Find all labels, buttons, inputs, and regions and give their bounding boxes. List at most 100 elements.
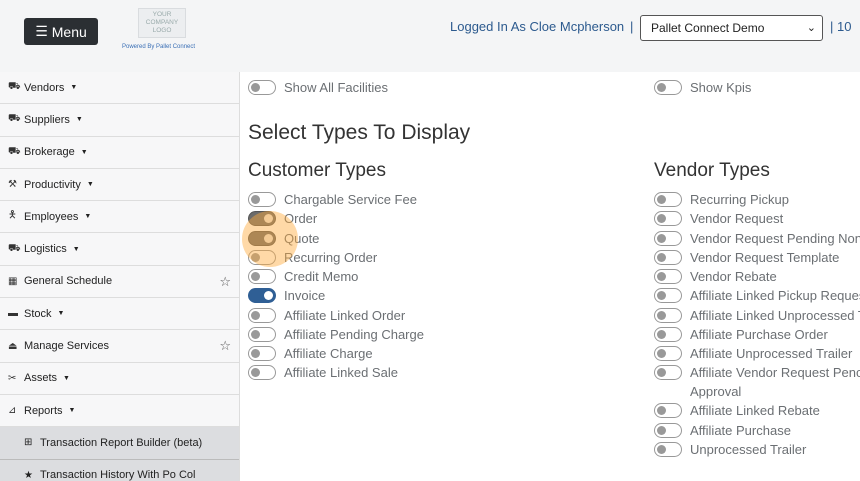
toggle-affiliate-charge[interactable]: Affiliate Charge [248,344,373,363]
section-title: Select Types To Display [248,121,471,144]
toggle-switch[interactable] [654,346,682,361]
sidebar-subitem-transaction-history[interactable]: ★ Transaction History With Po Col [0,459,239,481]
top-header: ☰ Menu YOUR COMPANY LOGO Powered By Pall… [0,0,860,72]
toggle-label: Order [284,211,318,226]
caret-down-icon: ▼ [75,116,83,124]
toggle-switch[interactable] [654,250,682,265]
toggle-switch[interactable] [654,403,682,418]
toggle-label: Affiliate Linked Pickup Reques [690,288,860,303]
toggle-recurring-order[interactable]: Recurring Order [248,248,377,267]
toggle-switch[interactable] [248,308,276,323]
logged-in-user[interactable]: Logged In As Cloe Mcpherson [450,19,624,34]
sidebar-item-brokerage[interactable]: ⛟ Brokerage ▼ [0,137,239,169]
toggle-switch[interactable] [248,327,276,342]
toggle-order[interactable]: Order [248,209,317,228]
toggle-affiliate-purchase-order[interactable]: Affiliate Purchase Order [654,325,828,344]
pallet-icon: ▬ [8,308,18,320]
star-outline-icon[interactable]: ☆ [219,338,231,354]
toggle-label-continuation: Approval [690,382,741,401]
toggle-label: Vendor Request Template [690,250,840,265]
toggle-switch[interactable] [248,231,276,246]
sidebar-subitem-transaction-report-builder[interactable]: ⊞ Transaction Report Builder (beta) [0,427,239,460]
toggle-switch[interactable] [654,269,682,284]
toggle-switch[interactable] [248,192,276,207]
sidebar-item-label: Employees [24,210,79,223]
toggle-switch[interactable] [654,308,682,323]
toggle-recurring-pickup[interactable]: Recurring Pickup [654,190,789,209]
toggle-chargable-service-fee[interactable]: Chargable Service Fee [248,190,417,209]
sidebar-item-reports[interactable]: ⊿ Reports ▼ [0,395,239,428]
toggle-switch[interactable] [248,288,276,303]
toggle-switch[interactable] [654,288,682,303]
toggle-affiliate-linked-order[interactable]: Affiliate Linked Order [248,306,405,325]
toggle-switch[interactable] [248,269,276,284]
toggle-show-kpis[interactable]: Show Kpis [654,78,751,97]
sidebar: ⛟ Vendors ▼ ⛟ Suppliers ▼ ⛟ Brokerage ▼ ⚒ Produ… [0,72,240,481]
toggle-switch[interactable] [654,442,682,457]
sidebar-item-suppliers[interactable]: ⛟ Suppliers ▼ [0,104,239,137]
sidebar-item-productivity[interactable]: ⚒ Productivity ▼ [0,169,239,202]
vendor-types-title: Vendor Types [654,160,770,181]
menu-button[interactable]: ☰ Menu [24,18,98,45]
toggle-quote[interactable]: Quote [248,229,319,248]
toggle-show-all-facilities[interactable]: Show All Facilities [248,78,388,97]
toggle-switch[interactable] [248,365,276,380]
sidebar-item-logistics[interactable]: ⛟ Logistics ▼ [0,233,239,266]
header-separator: | [630,19,634,34]
toggle-label: Invoice [284,288,326,303]
toggle-credit-memo[interactable]: Credit Memo [248,267,358,286]
toggle-affiliate-linked-sale[interactable]: Affiliate Linked Sale [248,363,398,382]
toggle-invoice[interactable]: Invoice [248,286,325,305]
star-icon: ★ [24,469,33,481]
toggle-label: Affiliate Linked Sale [284,365,398,380]
toggle-affiliate-linked-rebate[interactable]: Affiliate Linked Rebate [654,401,820,420]
toggle-label: Chargable Service Fee [284,192,417,207]
sidebar-item-vendors[interactable]: ⛟ Vendors ▼ [0,72,239,105]
toggle-label: Affiliate Purchase [690,423,791,438]
toggle-label: Show Kpis [690,80,752,95]
toggle-label: Affiliate Vendor Request Penc [690,365,860,380]
sidebar-item-label: Assets [24,372,58,385]
toggle-switch[interactable] [248,250,276,265]
toggle-switch[interactable] [654,327,682,342]
sidebar-item-label: General Schedule [24,275,113,288]
toggle-affiliate-linked-pickup-request[interactable]: Affiliate Linked Pickup Reques [654,286,860,305]
toggle-label: Recurring Pickup [690,192,789,207]
menu-label: Menu [51,23,87,40]
sidebar-item-employees[interactable]: 🯅 Employees ▼ [0,201,239,234]
toggle-switch[interactable] [654,365,682,380]
sidebar-item-stock[interactable]: ▬ Stock ▼ [0,298,239,331]
toggle-affiliate-unprocessed-trailer[interactable]: Affiliate Unprocessed Trailer [654,344,852,363]
caret-down-icon: ▼ [72,245,80,253]
sidebar-item-general-schedule[interactable]: ▦ General Schedule ☆ [0,266,239,299]
toggle-switch[interactable] [654,423,682,438]
toggle-affiliate-linked-unprocessed[interactable]: Affiliate Linked Unprocessed T [654,306,860,325]
toggle-switch[interactable] [654,211,682,226]
toggle-switch[interactable] [248,346,276,361]
toggle-affiliate-vendor-request-pending[interactable]: Affiliate Vendor Request Penc [654,363,860,382]
toggle-switch[interactable] [654,80,682,95]
toggle-switch[interactable] [248,80,276,95]
toggle-vendor-request-template[interactable]: Vendor Request Template [654,248,839,267]
sidebar-item-assets[interactable]: ✂ Assets ▼ [0,363,239,395]
toggle-vendor-rebate[interactable]: Vendor Rebate [654,267,777,286]
star-outline-icon[interactable]: ☆ [219,274,231,290]
toggle-switch[interactable] [654,192,682,207]
toggle-switch[interactable] [248,211,276,226]
toggle-label: Affiliate Purchase Order [690,327,828,342]
toggle-vendor-request-pending[interactable]: Vendor Request Pending Non [654,229,860,248]
caret-down-icon: ▼ [86,181,94,189]
toggle-vendor-request[interactable]: Vendor Request [654,209,783,228]
toggle-affiliate-purchase[interactable]: Affiliate Purchase [654,421,791,440]
powered-by-text: Powered By Pallet Connect [122,44,196,50]
toggle-switch[interactable] [654,231,682,246]
toggle-unprocessed-trailer[interactable]: Unprocessed Trailer [654,440,806,459]
sidebar-subitem-label: Transaction Report Builder (beta) [40,436,203,449]
organization-select[interactable]: Pallet Connect Demo ⌄ [640,15,823,41]
sidebar-item-label: Productivity [24,178,81,191]
toggle-label: Vendor Request [690,211,784,226]
organization-selected-value: Pallet Connect Demo [651,21,765,35]
sidebar-item-manage-services[interactable]: ⏏ Manage Services ☆ [0,330,239,363]
toggle-affiliate-pending-charge[interactable]: Affiliate Pending Charge [248,325,424,344]
customer-types-title: Customer Types [248,160,386,181]
